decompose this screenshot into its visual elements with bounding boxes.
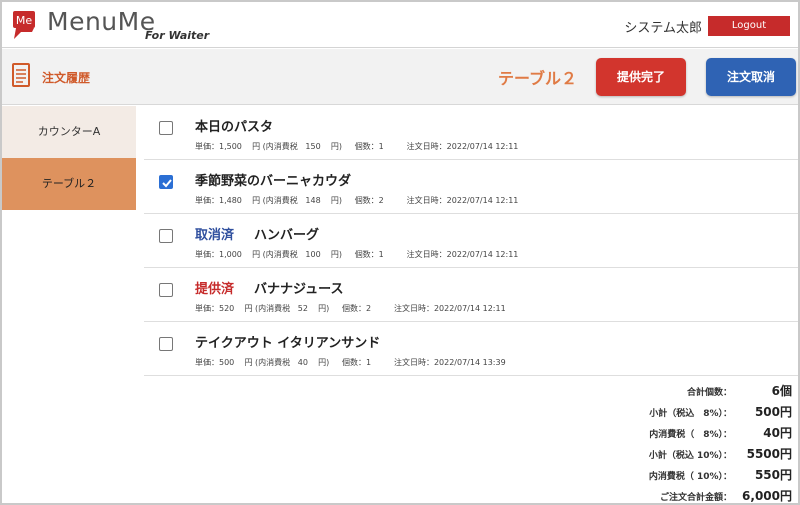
yen-unit: 円 [244, 358, 253, 367]
total-value: 5500円 [746, 447, 792, 461]
tax-label: (内消費税 [262, 142, 298, 151]
order-row[interactable]: 季節野菜のバーニャカウダ 単価：1,480 円 (内消費税 148 円) 個数：… [144, 160, 798, 214]
total-value: 550円 [754, 468, 792, 482]
order-checkbox[interactable] [159, 229, 173, 243]
order-time: 注文日時：2022/07/14 13:39 [393, 358, 506, 367]
app-logo[interactable]: Me MenuMe For Waiter [11, 7, 211, 47]
top-bar: Me MenuMe For Waiter システム太郎 Logout [2, 2, 798, 48]
item-name: ハンバーグ [254, 228, 320, 243]
total-label: 内消費税（ 10%）： [648, 472, 732, 482]
sidebar-item-counter-a[interactable]: カウンターA [2, 106, 136, 158]
total-label: 小計（税込 8%）： [649, 409, 732, 419]
unit-price: 単価：500 [195, 358, 235, 367]
logo-mark-icon: Me [13, 11, 35, 39]
item-name: バナナジュース [254, 282, 344, 297]
order-list: 本日のパスタ 単価：1,500 円 (内消費税 150 円) 個数：1 注文日時… [144, 106, 798, 376]
tax-amount: 52 [297, 304, 308, 313]
cancel-order-button[interactable]: 注文取消 [706, 58, 796, 96]
order-meta: 単価：1,000 円 (内消費税 100 円) 個数：1 注文日時：2022/0… [195, 249, 518, 260]
tax-yen: 円) [330, 142, 342, 151]
total-count-row: 合計個数： 6個 [492, 380, 792, 401]
order-row[interactable]: 提供済 バナナジュース 単価：520 円 (内消費税 52 円) 個数：2 注文… [144, 268, 798, 322]
total-value: 6,000円 [742, 489, 792, 503]
tax-amount: 148 [305, 196, 321, 205]
item-name: 本日のパスタ [195, 120, 274, 135]
check-icon [162, 179, 172, 188]
item-name: テイクアウト イタリアンサンド [195, 336, 381, 351]
quantity: 個数：2 [354, 196, 384, 205]
app-window: Me MenuMe For Waiter システム太郎 Logout 注文履歴 … [0, 0, 800, 505]
tax-label: (内消費税 [255, 358, 291, 367]
grand-total-row: ご注文合計金額： 6,000円 [492, 485, 792, 503]
mark-served-button[interactable]: 提供完了 [596, 58, 686, 96]
order-checkbox[interactable] [159, 175, 173, 189]
tax-yen: 円) [318, 304, 330, 313]
current-table-title: テーブル２ [498, 69, 578, 88]
order-checkbox[interactable] [159, 337, 173, 351]
order-row[interactable]: 本日のパスタ 単価：1,500 円 (内消費税 150 円) 個数：1 注文日時… [144, 106, 798, 160]
tax-yen: 円) [330, 196, 342, 205]
cancelled-status: 取消済 [195, 228, 235, 243]
total-value: 6個 [771, 384, 792, 398]
served-status: 提供済 [195, 282, 235, 297]
yen-unit: 円 [244, 304, 253, 313]
order-time: 注文日時：2022/07/14 12:11 [406, 250, 519, 259]
order-meta: 単価：1,480 円 (内消費税 148 円) 個数：2 注文日時：2022/0… [195, 195, 518, 206]
tax-label: (内消費税 [255, 304, 291, 313]
tax-10-row: 内消費税（ 10%）： 550円 [492, 464, 792, 485]
total-value: 40円 [763, 426, 792, 440]
yen-unit: 円 [252, 142, 261, 151]
unit-price: 単価：520 [195, 304, 235, 313]
tax-yen: 円) [318, 358, 330, 367]
order-time: 注文日時：2022/07/14 12:11 [406, 142, 519, 151]
subtotal-8-row: 小計（税込 8%）： 500円 [492, 401, 792, 422]
total-label: ご注文合計金額： [659, 493, 732, 503]
total-label: 合計個数： [686, 388, 732, 398]
svg-text:Me: Me [16, 14, 32, 27]
user-name: システム太郎 [624, 21, 702, 36]
tax-yen: 円) [330, 250, 342, 259]
yen-unit: 円 [252, 250, 261, 259]
order-meta: 単価：500 円 (内消費税 40 円) 個数：1 注文日時：2022/07/1… [195, 357, 506, 368]
unit-price: 単価：1,000 [195, 250, 242, 259]
order-row[interactable]: 取消済 ハンバーグ 単価：1,000 円 (内消費税 100 円) 個数：1 注… [144, 214, 798, 268]
quantity: 個数：1 [354, 250, 384, 259]
tax-amount: 100 [305, 250, 321, 259]
order-time: 注文日時：2022/07/14 12:11 [406, 196, 519, 205]
subtotal-10-row: 小計（税込 10%）： 5500円 [492, 443, 792, 464]
unit-price: 単価：1,480 [195, 196, 242, 205]
order-meta: 単価：1,500 円 (内消費税 150 円) 個数：1 注文日時：2022/0… [195, 141, 518, 152]
order-meta: 単価：520 円 (内消費税 52 円) 個数：2 注文日時：2022/07/1… [195, 303, 506, 314]
tax-8-row: 内消費税（ 8%）： 40円 [492, 422, 792, 443]
order-checkbox[interactable] [159, 283, 173, 297]
table-sidebar: カウンターA テーブル２ [2, 106, 136, 503]
sub-bar: 注文履歴 テーブル２ 提供完了 注文取消 [2, 49, 798, 105]
tax-amount: 40 [297, 358, 308, 367]
total-label: 小計（税込 10%）： [648, 451, 732, 461]
order-row[interactable]: テイクアウト イタリアンサンド 単価：500 円 (内消費税 40 円) 個数：… [144, 322, 798, 376]
total-label: 内消費税（ 8%）： [649, 430, 732, 440]
sidebar-item-table-2[interactable]: テーブル２ [2, 158, 136, 210]
tax-label: (内消費税 [262, 250, 298, 259]
order-totals: 合計個数： 6個 小計（税込 8%）： 500円 内消費税（ 8%）： 40円 … [492, 380, 792, 503]
yen-unit: 円 [252, 196, 261, 205]
quantity: 個数：1 [354, 142, 384, 151]
order-history-icon [12, 63, 30, 87]
quantity: 個数：1 [341, 358, 372, 367]
unit-price: 単価：1,500 [195, 142, 242, 151]
total-value: 500円 [754, 405, 792, 419]
tax-label: (内消費税 [262, 196, 298, 205]
tax-amount: 150 [305, 142, 321, 151]
order-time: 注文日時：2022/07/14 12:11 [393, 304, 506, 313]
app-name: MenuMe [47, 7, 156, 36]
order-checkbox[interactable] [159, 121, 173, 135]
item-name: 季節野菜のバーニャカウダ [195, 174, 352, 189]
order-history-label: 注文履歴 [42, 71, 91, 85]
quantity: 個数：2 [341, 304, 372, 313]
app-subtitle: For Waiter [145, 29, 210, 42]
logout-button[interactable]: Logout [708, 16, 790, 36]
